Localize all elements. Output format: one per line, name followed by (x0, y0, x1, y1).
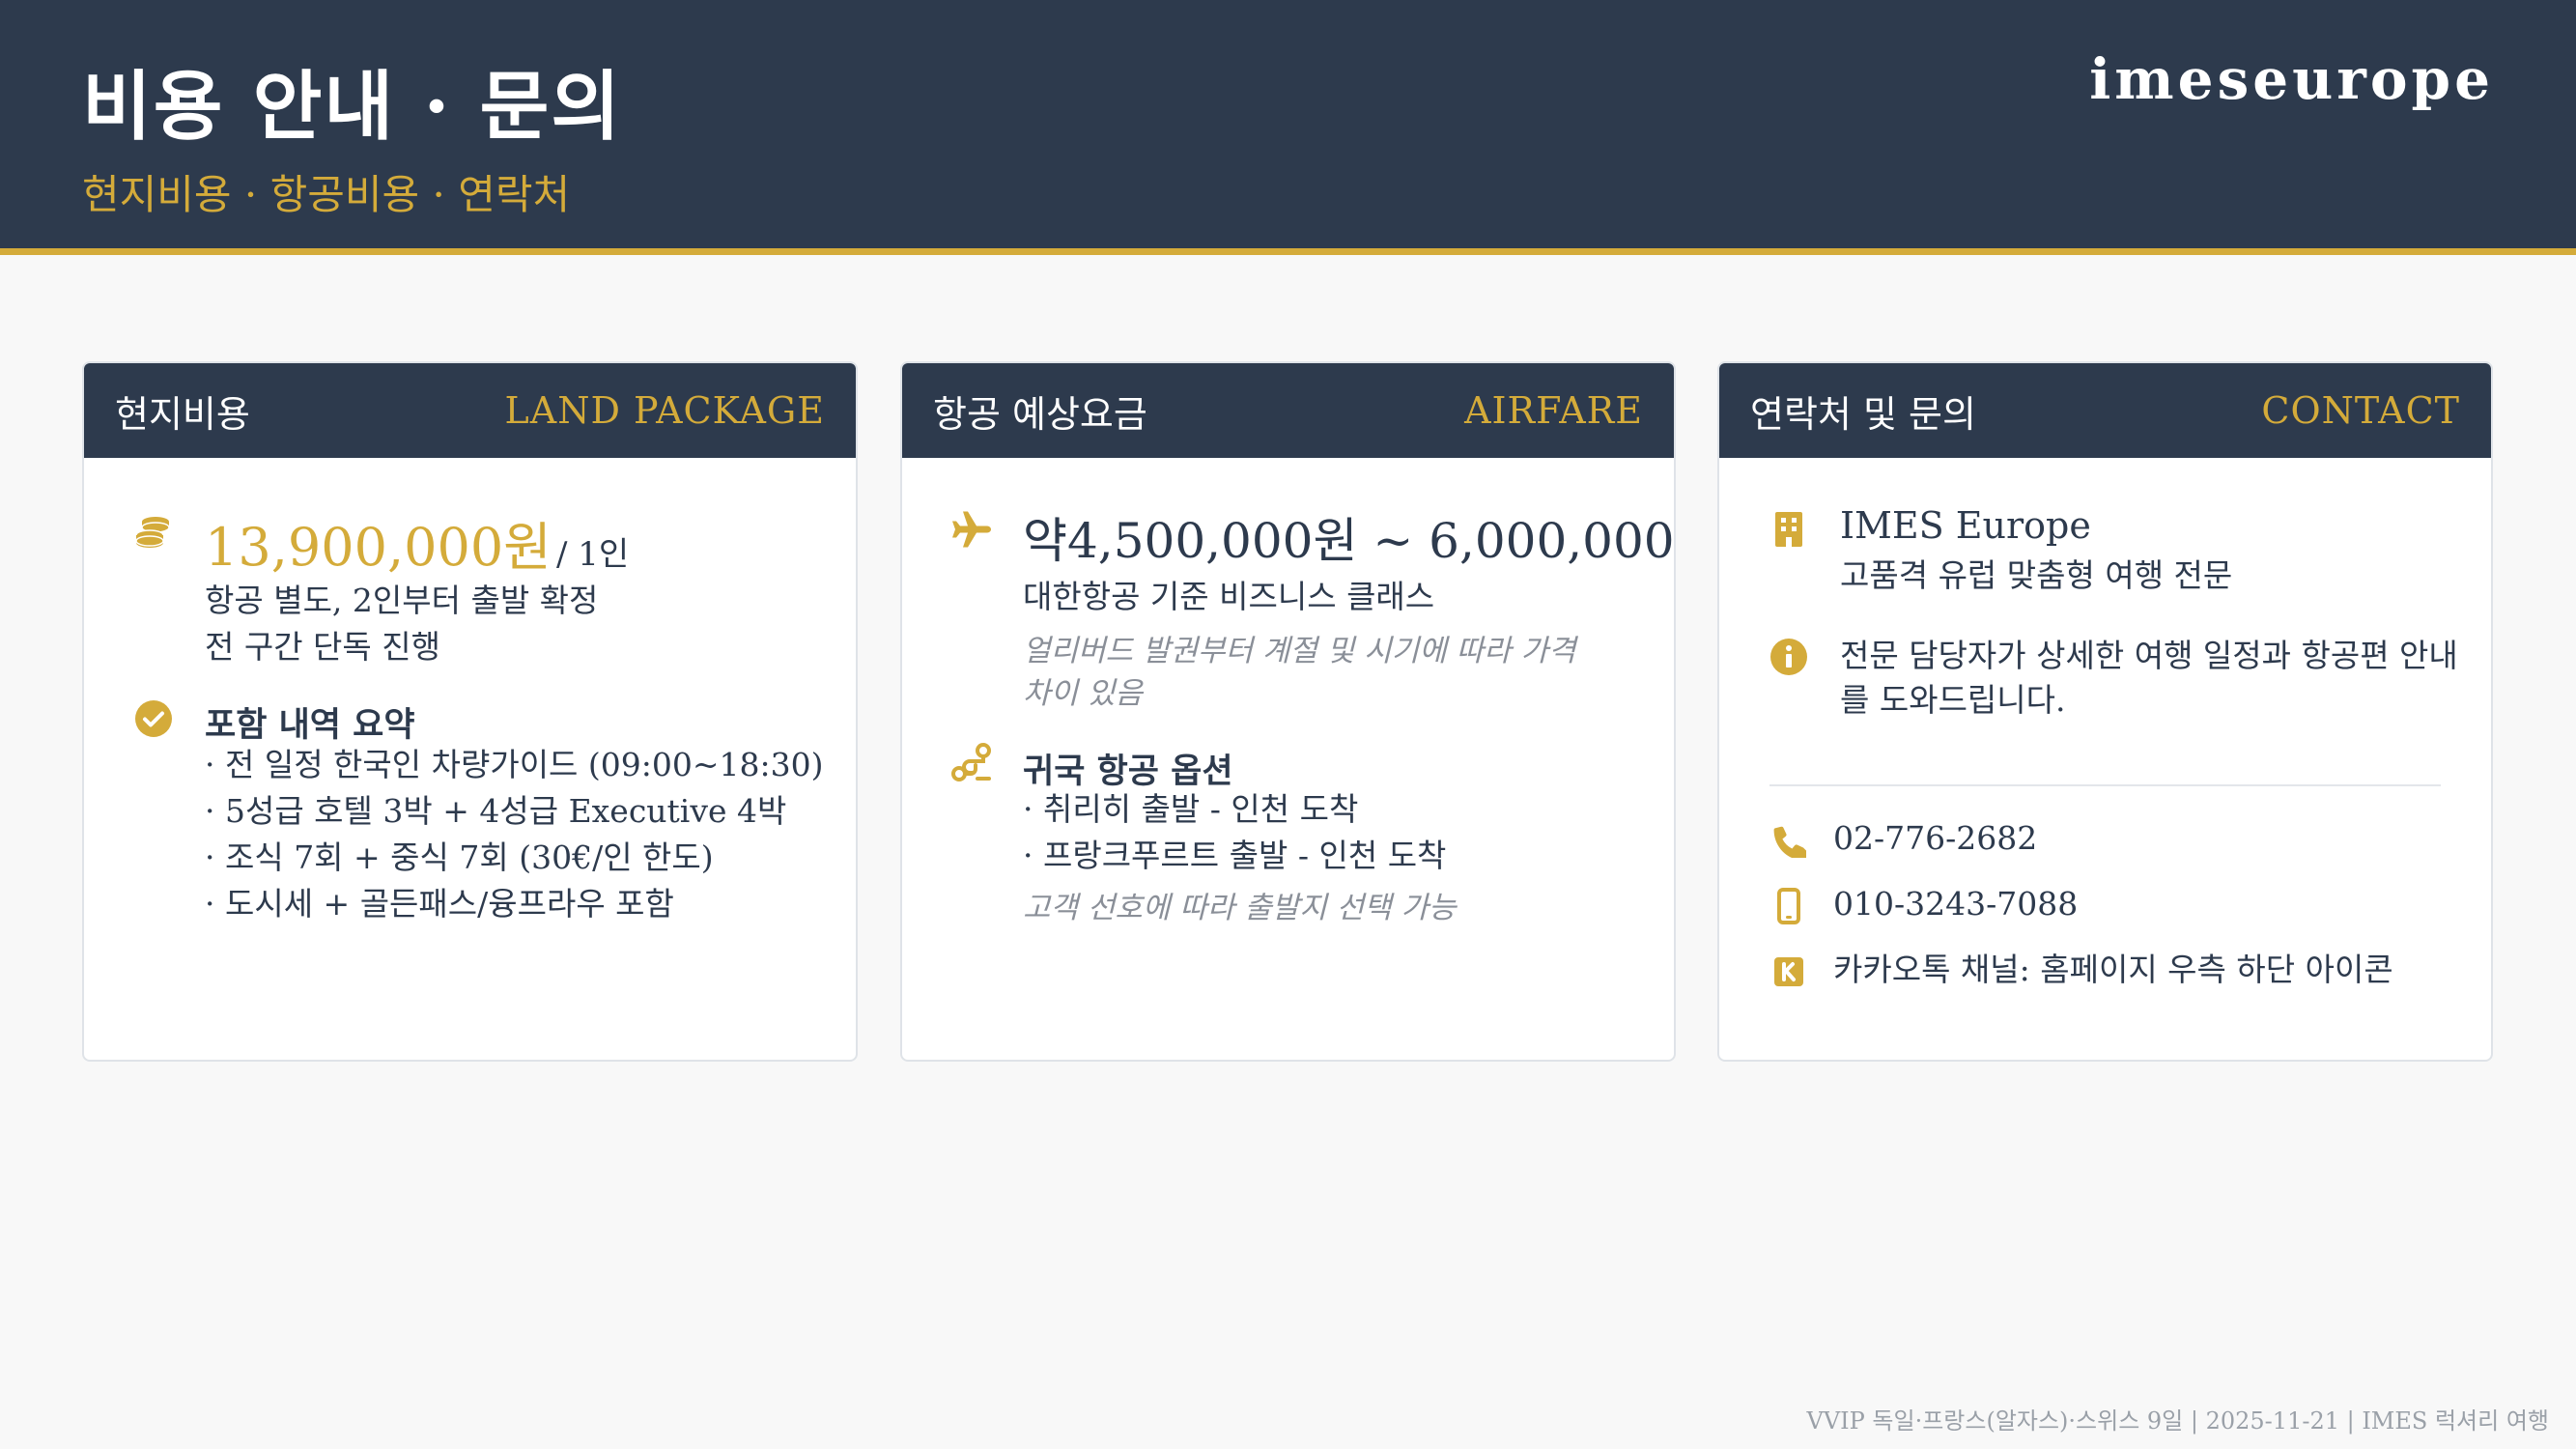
land-price-unit: / 1인 (555, 535, 630, 574)
land-price: 13,900,000원 (205, 517, 552, 578)
land-package-card: 현지비용 LAND PACKAGE 13,900,000원 / 1인 항공 별도… (82, 361, 858, 1062)
list-item: · 5성급 호텔 3박 + 4성급 Executive 4박 (205, 792, 787, 830)
land-desc-1: 항공 별도, 2인부터 출발 확정 (205, 582, 599, 619)
divider (1769, 784, 2441, 786)
kakao-channel-text[interactable]: 카카오톡 채널: 홈페이지 우측 하단 아이콘 (1833, 947, 2452, 993)
list-item: · 프랑크푸르트 출발 - 인천 도착 (1023, 837, 1447, 874)
land-desc-2: 전 구간 단독 진행 (205, 628, 440, 666)
airfare-card-header: 항공 예상요금 AIRFARE (902, 363, 1674, 458)
contact-card-header: 연락처 및 문의 CONTACT (1719, 363, 2491, 458)
phone-icon (1768, 819, 1810, 862)
land-inclusions-title: 포함 내역 요약 (205, 705, 415, 745)
return-options-note: 고객 선호에 따라 출발지 선택 가능 (1023, 891, 1457, 925)
contact-card-title-en: CONTACT (2261, 389, 2460, 432)
building-icon (1768, 508, 1810, 551)
brand-logo-text: imeseurope (2089, 46, 2494, 112)
page-title: 비용 안내 · 문의 (82, 63, 623, 151)
land-card-title-en: LAND PACKAGE (504, 389, 825, 432)
company-name: IMES Europe (1840, 504, 2091, 547)
info-circle-icon (1768, 636, 1810, 678)
page-footer: VVIP 독일·프랑스(알자스)·스위스 9일 | 2025-11-21 | I… (1806, 1407, 2550, 1435)
airfare-desc: 대한항공 기준 비즈니스 클래스 (1023, 578, 1435, 615)
list-item: · 도시세 + 골든패스/융프라우 포함 (205, 885, 674, 923)
check-circle-icon (132, 697, 175, 740)
page-header: 비용 안내 · 문의 현지비용 · 항공비용 · 연락처 imeseurope (0, 0, 2576, 255)
plane-icon (950, 508, 993, 551)
info-text: 전문 담당자가 상세한 여행 일정과 항공편 안내를 도와드립니다. (1840, 637, 2458, 719)
mobile-number[interactable]: 010-3243-7088 (1833, 881, 2452, 927)
contact-card: 연락처 및 문의 CONTACT IMES Europe 고품격 유럽 맞춤형 … (1717, 361, 2493, 1062)
airfare-price: 약4,500,000원 ~ 6,000,000원 (1023, 513, 1676, 569)
airfare-card-title-ko: 항공 예상요금 (933, 392, 1147, 436)
land-card-header: 현지비용 LAND PACKAGE (84, 363, 856, 458)
company-desc: 고품격 유럽 맞춤형 여행 전문 (1840, 556, 2233, 594)
list-item: · 전 일정 한국인 차량가이드 (09:00~18:30) (205, 746, 824, 783)
list-item: · 취리히 출발 - 인천 도착 (1023, 790, 1359, 828)
land-card-title-ko: 현지비용 (115, 392, 250, 436)
kakao-icon (1768, 951, 1810, 993)
coins-icon (132, 512, 175, 554)
route-icon (950, 742, 993, 784)
mobile-icon (1768, 885, 1810, 927)
list-item: · 조식 7회 + 중식 7회 (30€/인 한도) (205, 838, 714, 876)
airfare-note: 얼리버드 발권부터 계절 및 시기에 따라 가격 차이 있음 (1023, 634, 1576, 711)
phone-number[interactable]: 02-776-2682 (1833, 815, 2452, 862)
airfare-card-title-en: AIRFARE (1464, 389, 1643, 432)
page-subtitle: 현지비용 · 항공비용 · 연락처 (82, 171, 571, 218)
contact-card-title-ko: 연락처 및 문의 (1750, 392, 1976, 436)
airfare-card: 항공 예상요금 AIRFARE 약4,500,000원 ~ 6,000,000원… (900, 361, 1676, 1062)
